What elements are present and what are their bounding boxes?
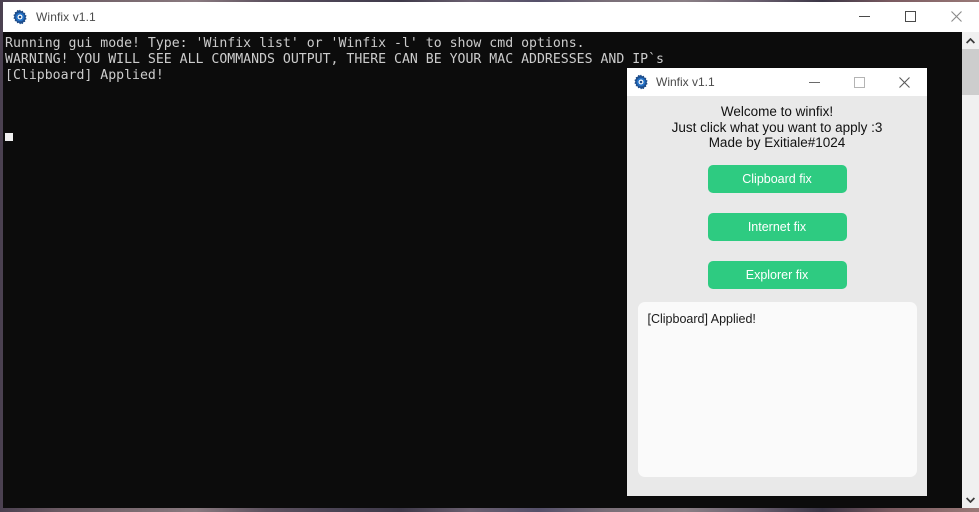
chevron-up-icon (966, 37, 975, 44)
welcome-message: Welcome to winfix! Just click what you w… (672, 104, 883, 151)
welcome-line-2: Just click what you want to apply :3 (671, 119, 883, 135)
welcome-line-1: Welcome to winfix! (720, 104, 834, 119)
explorer-fix-button[interactable]: Explorer fix (707, 260, 847, 289)
minimize-icon (809, 81, 820, 83)
console-scrollbar[interactable] (962, 32, 979, 508)
welcome-line-3: Made by Exitiale#1024 (708, 135, 846, 150)
clipboard-fix-button[interactable]: Clipboard fix (707, 164, 847, 193)
dialog-title-label: Winfix v1.1 (656, 75, 715, 89)
dialog-titlebar[interactable]: Winfix v1.1 (627, 68, 927, 96)
dialog-maximize-button[interactable] (837, 68, 882, 96)
scrollbar-track[interactable] (962, 49, 979, 491)
maximize-icon (904, 11, 916, 22)
console-close-button[interactable] (933, 2, 979, 31)
gear-icon (633, 74, 649, 90)
minimize-icon (858, 16, 870, 17)
internet-fix-button[interactable]: Internet fix (707, 212, 847, 241)
console-titlebar[interactable]: Winfix v1.1 (3, 2, 979, 32)
gear-icon (12, 9, 28, 25)
winfix-dialog: Winfix v1.1 Welcome to winfix! Just clic… (627, 68, 927, 496)
dialog-minimize-button[interactable] (792, 68, 837, 96)
console-maximize-button[interactable] (887, 2, 933, 31)
console-title-label: Winfix v1.1 (36, 9, 96, 24)
scrollbar-down-button[interactable] (962, 491, 979, 508)
dialog-content: Welcome to winfix! Just click what you w… (627, 96, 927, 496)
scrollbar-up-button[interactable] (962, 32, 979, 49)
dialog-close-button[interactable] (882, 68, 927, 96)
console-minimize-button[interactable] (841, 2, 887, 31)
close-icon (950, 11, 962, 22)
log-output-area: [Clipboard] Applied! (637, 301, 917, 477)
chevron-down-icon (966, 496, 975, 503)
scrollbar-thumb[interactable] (962, 49, 979, 95)
maximize-icon (854, 76, 865, 88)
console-cursor (5, 133, 13, 141)
close-icon (899, 76, 910, 88)
